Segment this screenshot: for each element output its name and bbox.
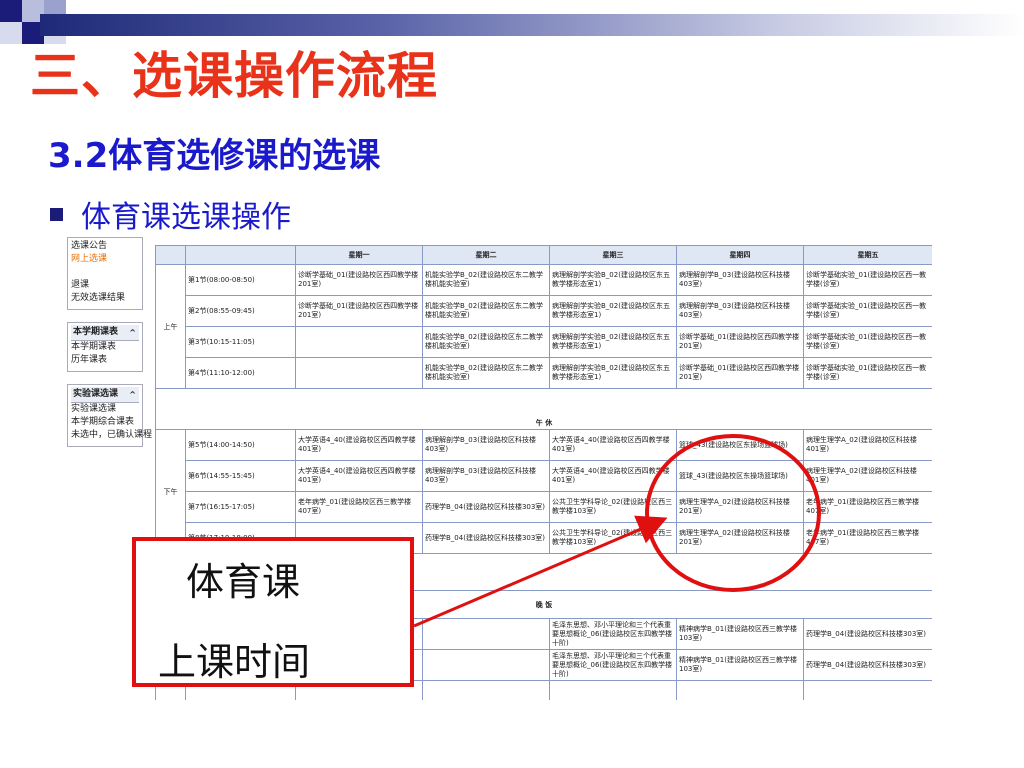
highlight-ellipse bbox=[645, 434, 821, 592]
callout-box: 体育课 上课时间 bbox=[132, 537, 414, 687]
callout-line-2: 上课时间 bbox=[158, 640, 311, 684]
callout-line-1: 体育课 bbox=[186, 560, 301, 604]
callout-arrow bbox=[413, 515, 668, 628]
